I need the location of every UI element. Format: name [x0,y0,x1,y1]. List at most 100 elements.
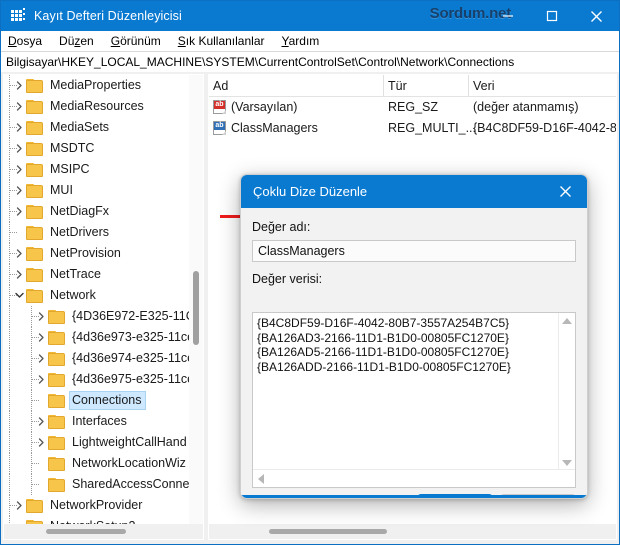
minimize-button[interactable] [486,1,530,31]
menu-item-gorunum[interactable]: Görünüm [111,34,161,48]
dialog-vertical-scrollbar[interactable] [558,313,575,471]
scroll-left-arrow-icon[interactable] [258,474,264,484]
tree-item-lightweightcallhand[interactable]: LightweightCallHand [4,432,190,453]
tree-item-connections[interactable]: Connections [4,390,190,411]
tree-item-label: NetworkProvider [50,498,143,512]
folder-icon [48,477,65,492]
folder-icon [26,141,43,156]
reg-sz-icon: ab [213,99,226,114]
tree-item-networklocationwiz[interactable]: NetworkLocationWiz [4,453,190,474]
folder-icon [26,162,43,177]
tree-item-label: MediaSets [50,120,110,134]
folder-icon [26,498,43,513]
tree-vscroll-thumb[interactable] [193,271,199,345]
tree-item-label: NetDiagFx [50,204,110,218]
scrollbar-corner [559,470,575,487]
value-data-cell: (değer atanmamış) [473,99,579,114]
value-data-label: Değer verisi: [252,272,323,286]
registry-tree-pane[interactable]: MediaProperties MediaResources MediaSets MS… [3,74,204,540]
dialog-title: Çoklu Dize Düzenle [253,184,368,199]
folder-icon [48,309,65,324]
tree-item-msdtc[interactable]: MSDTC [4,138,190,159]
tree-item-netdrivers[interactable]: NetDrivers [4,222,190,243]
menu-item-duzen[interactable]: Düzen [59,34,94,48]
dialog-close-button[interactable] [543,175,587,208]
menu-item-dosya[interactable]: Dosya [8,34,42,48]
tree-item-mediaresources[interactable]: MediaResources [4,96,190,117]
address-bar[interactable]: Bilgisayar\HKEY_LOCAL_MACHINE\SYSTEM\Cur… [1,51,619,72]
tree-item-4d36e975-e325-11ce[interactable]: {4d36e975-e325-11ce [4,369,190,390]
column-header-ad[interactable]: Ad [209,75,384,96]
folder-icon [48,456,65,471]
value-type-cell: REG_MULTI_... [388,120,476,135]
folder-icon [48,393,65,408]
folder-icon [48,435,65,450]
tree-item-label: Connections [69,391,146,410]
list-horizontal-scrollbar[interactable] [209,524,616,539]
tree-item-label: NetTrace [50,267,101,281]
tree-item-label: MediaResources [50,99,144,113]
title-bar: Kayıt Defteri Düzenleyicisi Sordum.net [1,1,619,31]
tree-item-4d36e973-e325-11ce[interactable]: {4d36e973-e325-11ce [4,327,190,348]
app-icon [10,8,26,24]
tree-item-msipc[interactable]: MSIPC [4,159,190,180]
list-hscroll-thumb[interactable] [269,529,387,534]
tree-item-networkprovider[interactable]: NetworkProvider [4,495,190,516]
table-row[interactable]: ab (Varsayılan) REG_SZ (değer atanmamış) [209,96,616,117]
tree-item-mediaproperties[interactable]: MediaProperties [4,75,190,96]
tree-item-label: MSIPC [50,162,90,176]
value-name-text: (Varsayılan) [231,99,298,114]
dialog-body: Değer adı: ClassManagers Değer verisi: {… [241,208,587,498]
list-rows: ab (Varsayılan) REG_SZ (değer atanmamış) ab C… [209,96,616,138]
tree-item-label: SharedAccessConne [72,477,190,491]
tree-item-label: NetDrivers [50,225,110,239]
window-title: Kayıt Defteri Düzenleyicisi [34,9,182,23]
value-name-input[interactable]: ClassManagers [252,240,576,262]
tree-hscroll-thumb[interactable] [46,529,126,534]
scroll-down-arrow-icon[interactable] [562,460,572,466]
tree-item-label: NetProvision [50,246,121,260]
window-controls [486,1,619,31]
tree-item-label: MediaProperties [50,78,142,92]
tree-list[interactable]: MediaProperties MediaResources MediaSets MS… [4,75,190,525]
value-name-cell[interactable]: ab (Varsayılan) [213,96,384,117]
maximize-button[interactable] [530,1,574,31]
tree-item-label: NetworkLocationWiz [72,456,186,470]
folder-icon [26,288,43,303]
tree-item-netprovision[interactable]: NetProvision [4,243,190,264]
tree-item-nettrace[interactable]: NetTrace [4,264,190,285]
close-button[interactable] [574,1,619,31]
tree-item-network[interactable]: Network [4,285,190,306]
tree-item-sharedaccessconne[interactable]: SharedAccessConne [4,474,190,495]
tree-item-mui[interactable]: MUI [4,180,190,201]
value-data-textarea[interactable]: {B4C8DF59-D16F-4042-80B7-3557A254B7C5} {… [252,312,576,488]
tree-horizontal-scrollbar[interactable] [4,524,203,539]
value-name-cell[interactable]: ab ClassManagers [213,117,384,138]
reg-multi-sz-icon: ab [213,120,226,135]
menu-item-sik-kullanilanlar[interactable]: Sık Kullanılanlar [178,34,265,48]
tree-item-label: Network [50,288,96,302]
tree-item-label: {4D36E972-E325-11C [72,309,190,323]
tree-item-mediasets[interactable]: MediaSets [4,117,190,138]
tree-item-label: {4d36e975-e325-11ce [72,372,190,386]
registry-editor-window: Kayıt Defteri Düzenleyicisi Sordum.net D… [0,0,620,545]
table-row[interactable]: ab ClassManagers REG_MULTI_... {B4C8DF59-D1… [209,117,616,138]
value-name-text: ClassManagers [258,244,345,258]
dialog-horizontal-scrollbar[interactable] [253,469,575,487]
tree-item-4d36e972-e325-11c[interactable]: {4D36E972-E325-11C [4,306,190,327]
column-header-tur[interactable]: Tür [384,75,469,96]
column-header-veri[interactable]: Veri [469,75,616,96]
tree-item-netdiagfx[interactable]: NetDiagFx [4,201,190,222]
tree-vertical-scrollbar[interactable] [189,75,203,525]
list-header: Ad Tür Veri [209,75,616,97]
value-data-text: {B4C8DF59-D16F-4042-80B7-3557A254B7C5} {… [257,316,511,374]
folder-icon [26,120,43,135]
folder-icon [26,246,43,261]
scroll-up-arrow-icon[interactable] [562,318,572,324]
folder-icon [26,225,43,240]
value-name-text: ClassManagers [231,120,318,135]
folder-icon [26,99,43,114]
tree-item-4d36e974-e325-11ce[interactable]: {4d36e974-e325-11ce [4,348,190,369]
tree-item-interfaces[interactable]: Interfaces [4,411,190,432]
menu-item-yardim[interactable]: Yardım [282,34,320,48]
